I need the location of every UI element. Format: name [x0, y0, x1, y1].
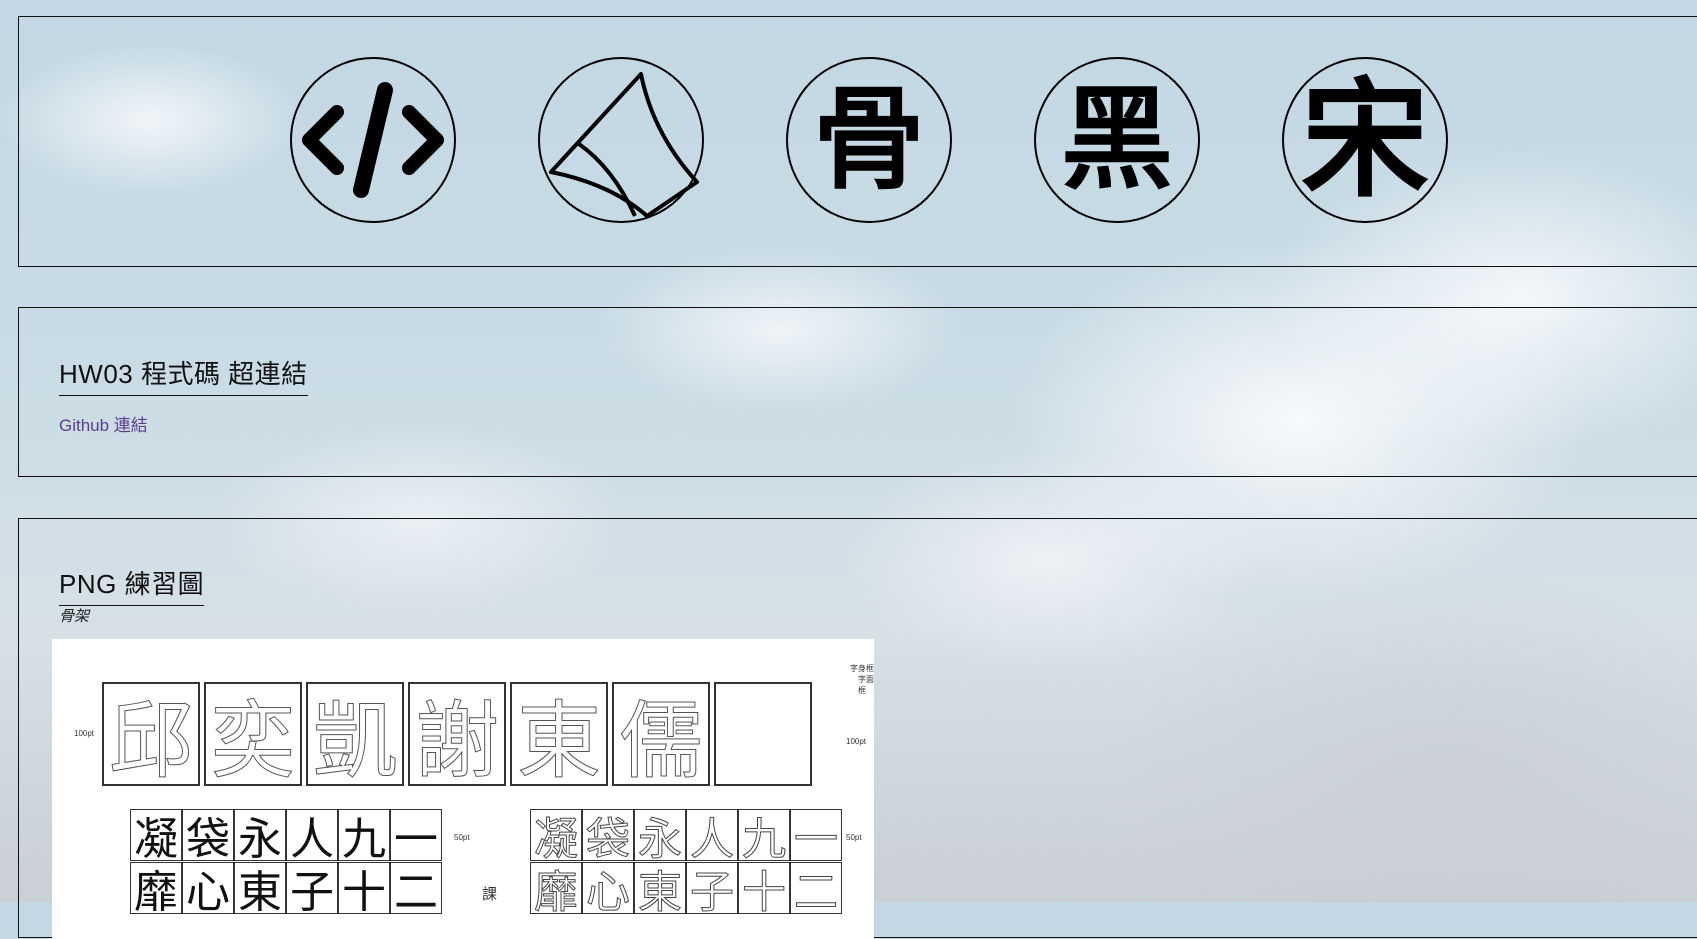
icons-panel: 骨 黑 宋 [18, 16, 1697, 267]
char-gu-icon[interactable]: 骨 [786, 57, 952, 223]
practice-row-left-1: 凝 袋 永 人 九 一 [130, 809, 442, 865]
png-panel: PNG 練習圖 骨架 字身框 字面框 100pt 100pt 邱 奕 凱 謝 東… [18, 518, 1697, 939]
practice-cell: 九 [338, 809, 390, 865]
size-label-mid: 50pt [454, 833, 470, 842]
practice-cell: 凝 [130, 809, 182, 865]
practice-cell: 心 [182, 862, 234, 918]
name-chars-row: 邱 奕 凱 謝 東 儒 [102, 682, 812, 790]
practice-cell: 永 [634, 809, 686, 866]
big-char-cell: 邱 [102, 682, 200, 790]
practice-cell: 東 [634, 862, 686, 919]
practice-row-left-2: 靡 心 東 子 十 二 [130, 862, 442, 918]
size-label-mid-right: 50pt [846, 833, 862, 842]
big-char-cell: 凱 [306, 682, 404, 790]
size-label-right: 100pt [846, 737, 867, 746]
big-char-cell: 謝 [408, 682, 506, 790]
skeleton-icon-graphic [549, 72, 699, 218]
practice-cell: 凝 [530, 809, 582, 866]
practice-cell: 心 [582, 862, 634, 919]
practice-cell: 東 [234, 862, 286, 918]
practice-cell: 永 [234, 809, 286, 865]
practice-cell: 九 [738, 809, 790, 866]
char-face-label: 字面框 [858, 675, 874, 695]
practice-row-right-1: 凝 袋 永 人 九 一 [530, 809, 842, 866]
hw03-panel: HW03 程式碼 超連結 Github 連結 [18, 307, 1697, 477]
char-hei-glyph: 黑 [1061, 74, 1173, 205]
char-hei-icon[interactable]: 黑 [1034, 57, 1200, 223]
practice-cell: 人 [686, 809, 738, 866]
practice-row-right-2: 靡 心 東 子 十 二 [530, 862, 842, 919]
practice-cell: 一 [790, 809, 842, 866]
png-subtitle: 骨架 [59, 607, 90, 625]
size-label-left: 100pt [74, 729, 95, 738]
big-char-cell: 儒 [612, 682, 710, 790]
big-char-cell: 東 [510, 682, 608, 790]
practice-cell: 十 [738, 862, 790, 919]
char-song-icon[interactable]: 宋 [1282, 57, 1448, 223]
practice-cell: 十 [338, 862, 390, 918]
big-char-cell: 奕 [204, 682, 302, 790]
practice-sheet-image: 字身框 字面框 100pt 100pt 邱 奕 凱 謝 東 儒 50pt 50p… [52, 639, 874, 939]
class-label: 課 [482, 886, 498, 903]
icon-row: 骨 黑 宋 [290, 57, 1448, 223]
practice-cell: 靡 [130, 862, 182, 918]
code-icon-graphic [302, 82, 444, 198]
char-gu-glyph: 骨 [813, 74, 925, 205]
practice-cell: 一 [390, 809, 442, 865]
practice-cell: 袋 [582, 809, 634, 866]
hw03-title: HW03 程式碼 超連結 [59, 354, 308, 396]
github-link[interactable]: Github 連結 [59, 411, 148, 436]
char-box-label: 字身框 [850, 664, 874, 673]
big-char-cell [714, 682, 812, 786]
practice-cell: 子 [686, 862, 738, 919]
code-icon[interactable] [290, 57, 456, 223]
char-song-glyph: 宋 [1300, 65, 1429, 215]
practice-cell: 袋 [182, 809, 234, 865]
practice-cell: 二 [790, 862, 842, 919]
png-title: PNG 練習圖 [59, 564, 205, 606]
practice-cell: 二 [390, 862, 442, 918]
skeleton-icon[interactable] [538, 57, 704, 223]
practice-cell: 子 [286, 862, 338, 918]
practice-cell: 靡 [530, 862, 582, 919]
practice-cell: 人 [286, 809, 338, 865]
